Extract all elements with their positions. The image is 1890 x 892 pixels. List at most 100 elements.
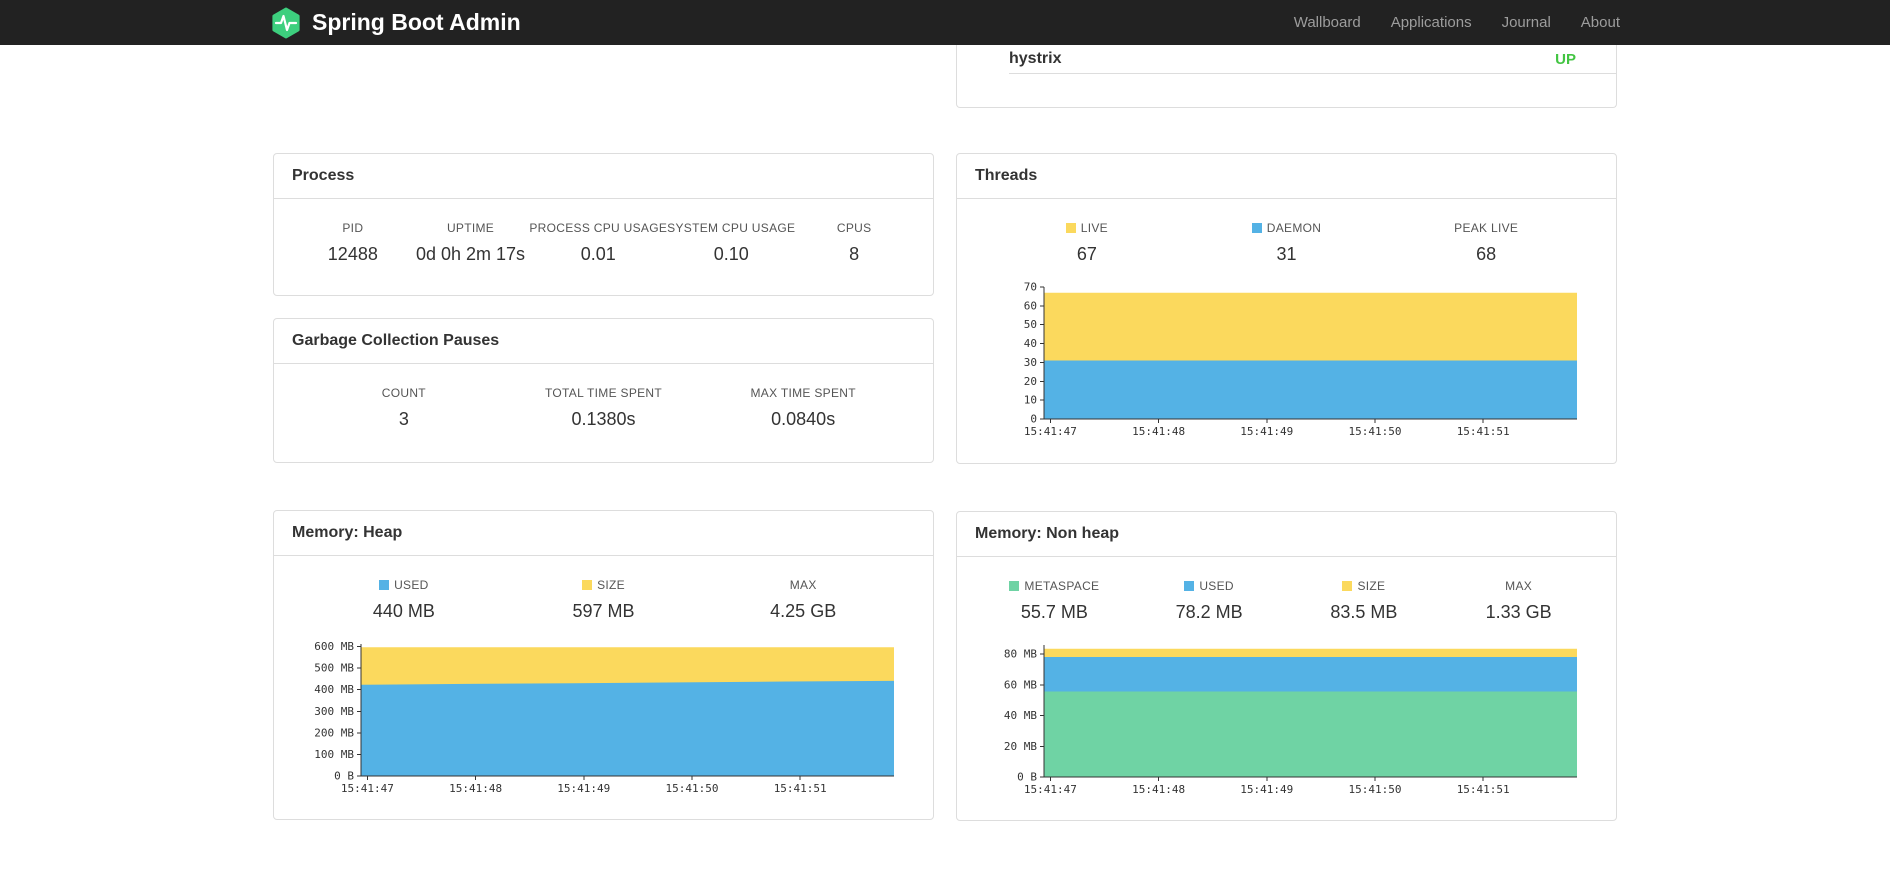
stat-value: 0.10 xyxy=(713,244,749,264)
legend-label: METASPACE xyxy=(977,579,1132,593)
metaspace-color-swatch xyxy=(1009,581,1020,591)
legend-label: SIZE xyxy=(504,578,704,592)
live-color-swatch xyxy=(1065,223,1076,233)
stat-pid: PID 12488 xyxy=(294,221,412,265)
navbar: Spring Boot Admin Wallboard Applications… xyxy=(0,0,1890,45)
stat-label: PID xyxy=(342,221,364,235)
threads-chart-wrap: 0 10 20 30 40 50 60 70 15:41:47 15:41:48 15:41:49 1… xyxy=(957,279,1616,447)
process-card-title: Process xyxy=(274,154,933,199)
svg-text:15:41:47: 15:41:47 xyxy=(340,782,393,795)
svg-text:40 MB: 40 MB xyxy=(1003,709,1036,722)
svg-text:15:41:49: 15:41:49 xyxy=(557,782,610,795)
svg-text:0 B: 0 B xyxy=(334,770,354,783)
memory-nonheap-card: Memory: Non heap METASPACE 55.7 MB USED … xyxy=(956,511,1617,821)
legend-value: 440 MB xyxy=(372,601,435,621)
legend-value: 4.25 GB xyxy=(770,601,837,621)
used-color-swatch xyxy=(379,580,390,590)
stat-system-cpu-usage: SYSTEM CPU USAGE 0.10 xyxy=(667,221,795,265)
legend-nonheap-max: MAX 1.33 GB xyxy=(1441,579,1596,623)
nav-item-about[interactable]: About xyxy=(1581,14,1620,31)
stat-process-cpu-usage: PROCESS CPU USAGE 0.01 xyxy=(529,221,667,265)
stat-value: 12488 xyxy=(327,244,378,264)
svg-text:200 MB: 200 MB xyxy=(314,726,354,739)
svg-text:15:41:51: 15:41:51 xyxy=(1456,783,1509,796)
stat-gc-max-time: MAX TIME SPENT 0.0840s xyxy=(703,386,903,430)
legend-nonheap-used: USED 78.2 MB xyxy=(1132,579,1287,623)
application-name[interactable]: hystrix xyxy=(1009,50,1061,68)
legend-value: 83.5 MB xyxy=(1330,602,1398,622)
gc-stats: COUNT 3 TOTAL TIME SPENT 0.1380s MAX TIM… xyxy=(274,364,933,430)
legend-label: USED xyxy=(1132,579,1287,593)
svg-text:15:41:50: 15:41:50 xyxy=(1348,425,1401,438)
svg-text:15:41:48: 15:41:48 xyxy=(449,782,502,795)
legend-label: SIZE xyxy=(1287,579,1442,593)
legend-value: 31 xyxy=(1276,244,1297,264)
process-stats: PID 12488 UPTIME 0d 0h 2m 17s PROCESS CP… xyxy=(274,199,933,265)
svg-text:20 MB: 20 MB xyxy=(1003,740,1036,753)
threads-chart: 0 10 20 30 40 50 60 70 15:41:47 15:41:48 15:41:49 1… xyxy=(1023,281,1577,438)
stat-value: 0.01 xyxy=(580,244,616,264)
legend-value: 55.7 MB xyxy=(1020,602,1088,622)
stat-gc-total-time: TOTAL TIME SPENT 0.1380s xyxy=(504,386,704,430)
nav-item-applications[interactable]: Applications xyxy=(1391,14,1472,31)
svg-text:10: 10 xyxy=(1023,394,1036,407)
spring-boot-admin-logo-icon xyxy=(272,7,300,38)
stat-value: 3 xyxy=(398,409,409,429)
main-content: Process PID 12488 UPTIME 0d 0h 2m 17s PR… xyxy=(273,45,1617,821)
gc-pauses-card: Garbage Collection Pauses COUNT 3 TOTAL … xyxy=(273,318,934,463)
legend-threads-daemon: DAEMON 31 xyxy=(1187,221,1387,265)
svg-text:0: 0 xyxy=(1030,413,1037,426)
svg-text:50: 50 xyxy=(1023,318,1036,331)
legend-label: MAX xyxy=(1505,579,1533,593)
svg-text:30: 30 xyxy=(1023,356,1036,369)
legend-label: PEAK LIVE xyxy=(1454,221,1519,235)
stat-label: UPTIME xyxy=(446,221,495,235)
svg-text:15:41:50: 15:41:50 xyxy=(665,782,718,795)
legend-value: 67 xyxy=(1076,244,1097,264)
brand[interactable]: Spring Boot Admin xyxy=(270,7,521,39)
svg-text:15:41:49: 15:41:49 xyxy=(1240,783,1293,796)
nav-links: Wallboard Applications Journal About xyxy=(1294,14,1620,31)
left-column: Process PID 12488 UPTIME 0d 0h 2m 17s PR… xyxy=(273,45,934,821)
svg-text:80 MB: 80 MB xyxy=(1003,648,1036,661)
size-color-swatch xyxy=(582,580,593,590)
nav-item-journal[interactable]: Journal xyxy=(1502,14,1551,31)
stat-value: 0.0840s xyxy=(771,409,836,429)
svg-text:60: 60 xyxy=(1023,299,1036,312)
svg-text:15:41:47: 15:41:47 xyxy=(1023,425,1076,438)
legend-value: 597 MB xyxy=(572,601,635,621)
legend-label: LIVE xyxy=(987,221,1187,235)
svg-text:100 MB: 100 MB xyxy=(314,748,354,761)
stat-label: SYSTEM CPU USAGE xyxy=(667,221,796,235)
legend-label: DAEMON xyxy=(1187,221,1387,235)
stat-label: TOTAL TIME SPENT xyxy=(544,386,663,400)
svg-text:15:41:47: 15:41:47 xyxy=(1023,783,1076,796)
legend-threads-peak-live: PEAK LIVE 68 xyxy=(1386,221,1586,265)
memory-nonheap-chart: 0 B 20 MB 40 MB 60 MB 80 MB 15:41:47 15:41:48 1… xyxy=(1003,645,1577,796)
legend-heap-max: MAX 4.25 GB xyxy=(703,578,903,622)
memory-heap-card: Memory: Heap USED 440 MB SIZE 597 MB MAX… xyxy=(273,510,934,820)
memory-heap-card-title: Memory: Heap xyxy=(274,511,933,556)
memory-heap-chart: 0 B 100 MB 200 MB 300 MB 400 MB 500 MB 600 MB 1… xyxy=(314,640,894,795)
svg-text:600 MB: 600 MB xyxy=(314,640,354,653)
threads-card: Threads LIVE 67 DAEMON 31 PEAK LIVE 68 0… xyxy=(956,153,1617,464)
svg-text:15:41:50: 15:41:50 xyxy=(1348,783,1401,796)
gc-card-title: Garbage Collection Pauses xyxy=(274,319,933,364)
svg-text:15:41:49: 15:41:49 xyxy=(1240,425,1293,438)
process-card: Process PID 12488 UPTIME 0d 0h 2m 17s PR… xyxy=(273,153,934,296)
threads-card-title: Threads xyxy=(957,154,1616,199)
svg-text:60 MB: 60 MB xyxy=(1003,678,1036,691)
stat-value: 8 xyxy=(849,244,860,264)
memory-heap-chart-wrap: 0 B 100 MB 200 MB 300 MB 400 MB 500 MB 600 MB 1… xyxy=(274,636,933,804)
stat-label: CPUS xyxy=(836,221,872,235)
legend-value: 78.2 MB xyxy=(1175,602,1243,622)
nav-item-wallboard[interactable]: Wallboard xyxy=(1294,14,1361,31)
stat-label: PROCESS CPU USAGE xyxy=(529,221,668,235)
memory-nonheap-legend: METASPACE 55.7 MB USED 78.2 MB SIZE 83.5… xyxy=(957,557,1616,623)
svg-text:400 MB: 400 MB xyxy=(314,683,354,696)
svg-text:500 MB: 500 MB xyxy=(314,662,354,675)
application-row[interactable]: hystrix UP xyxy=(1009,45,1616,74)
legend-nonheap-size: SIZE 83.5 MB xyxy=(1287,579,1442,623)
size-color-swatch xyxy=(1342,581,1353,591)
legend-threads-live: LIVE 67 xyxy=(987,221,1187,265)
